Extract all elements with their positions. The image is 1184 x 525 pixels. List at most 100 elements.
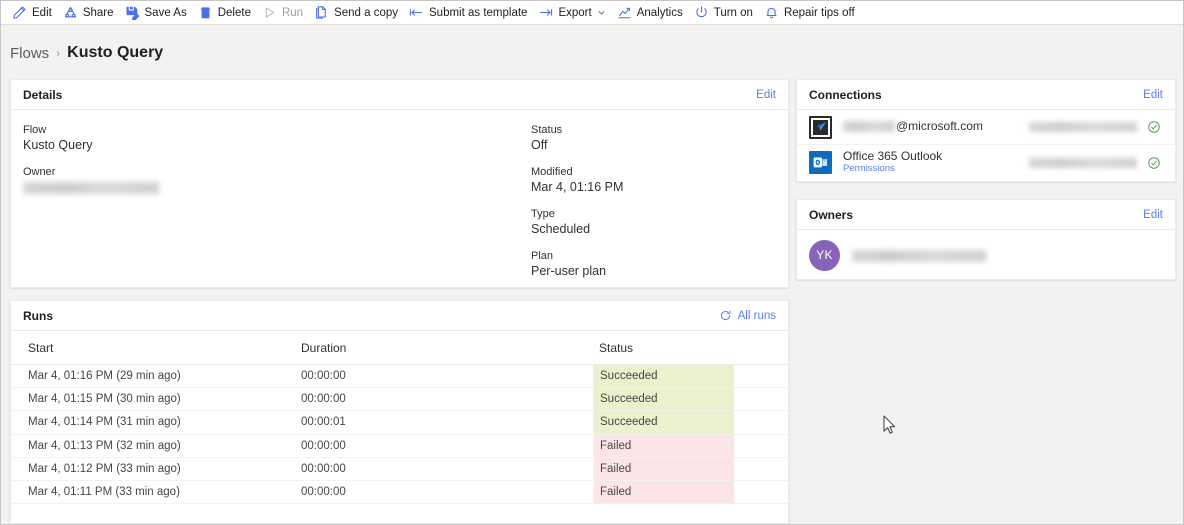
connection-permissions-link[interactable]: Permissions: [843, 164, 1029, 175]
command-repair-tips-off[interactable]: Repair tips off: [761, 2, 862, 24]
trash-icon: [198, 5, 213, 20]
connections-card: Connections Edit @microsoft.com Office 36…: [796, 79, 1176, 182]
run-start: Mar 4, 01:16 PM (29 min ago): [28, 370, 181, 383]
column-header-status[interactable]: Status: [593, 341, 757, 355]
detail-field-owner: Owner: [23, 166, 159, 194]
command-label: Repair tips off: [783, 6, 855, 19]
breadcrumb-flows-link[interactable]: Flows: [10, 45, 49, 62]
bell-icon: [764, 5, 779, 20]
run-duration: 00:00:00: [301, 393, 346, 406]
cell-status: Succeeded: [593, 411, 757, 434]
command-edit[interactable]: Edit: [9, 2, 59, 24]
check-circle-icon: [1145, 118, 1163, 136]
azure-data-explorer-icon: [809, 115, 832, 139]
command-analytics[interactable]: Analytics: [614, 2, 690, 24]
cell-duration: 00:00:01: [301, 411, 593, 433]
page-title: Kusto Query: [67, 44, 164, 61]
command-share[interactable]: Share: [60, 2, 121, 24]
detail-field-label: Flow: [23, 124, 47, 136]
command-label: Delete: [217, 6, 251, 19]
run-start: Mar 4, 01:14 PM (31 min ago): [28, 416, 181, 429]
table-row[interactable]: Mar 4, 01:15 PM (30 min ago) 00:00:00 Succ…: [11, 388, 788, 412]
connection-name: Office 365 Outlook: [843, 148, 943, 163]
command-turn-on[interactable]: Turn on: [691, 2, 760, 24]
connection-row[interactable]: @microsoft.com: [797, 110, 1175, 145]
redacted-text: [1029, 157, 1137, 168]
run-duration: 00:00:00: [301, 370, 346, 383]
command-export[interactable]: Export: [535, 2, 612, 24]
status-badge: Succeeded: [594, 388, 734, 411]
command-label: Analytics: [636, 6, 683, 19]
status-badge: Succeeded: [594, 365, 734, 388]
refresh-icon[interactable]: [719, 309, 732, 322]
detail-field-flow: Flow Kusto Query: [23, 124, 159, 152]
command-run: Run: [259, 2, 310, 24]
detail-field-label: Type: [531, 208, 555, 220]
cell-start: Mar 4, 01:15 PM (30 min ago): [11, 388, 301, 410]
cell-start: Mar 4, 01:13 PM (32 min ago): [11, 435, 301, 457]
detail-field-value: Kusto Query: [23, 138, 93, 152]
detail-field-value: Scheduled: [531, 222, 591, 236]
line-chart-icon: [617, 5, 632, 20]
cell-status: Failed: [593, 480, 757, 504]
connections-edit-link[interactable]: Edit: [1143, 89, 1163, 101]
table-row[interactable]: Mar 4, 01:12 PM (33 min ago) 00:00:00 Fail…: [11, 457, 788, 481]
run-duration: 00:00:00: [301, 462, 346, 475]
cell-duration: 00:00:00: [301, 388, 593, 410]
chevron-down-icon[interactable]: [597, 8, 606, 17]
office-365-outlook-icon: [809, 151, 832, 174]
detail-field-label: Status: [531, 124, 563, 136]
table-row[interactable]: Mar 4, 01:14 PM (31 min ago) 00:00:01 Succ…: [11, 411, 788, 435]
cell-duration: 00:00:00: [301, 481, 593, 503]
owners-edit-link[interactable]: Edit: [1143, 209, 1163, 221]
owner-row[interactable]: YK: [797, 230, 1175, 280]
connection-name: @microsoft.com: [843, 119, 1029, 134]
avatar: YK: [809, 239, 840, 271]
connection-account: [1029, 157, 1137, 168]
connections-card-header: Connections Edit: [797, 80, 1175, 110]
play-icon: [262, 5, 277, 20]
arrow-right-bar-icon: [538, 5, 553, 20]
cell-start: Mar 4, 01:14 PM (31 min ago): [11, 411, 301, 433]
run-duration: 00:00:00: [301, 439, 346, 452]
table-row[interactable]: Mar 4, 01:16 PM (29 min ago) 00:00:00 Succ…: [11, 365, 788, 389]
breadcrumb: Flows › Kusto Query: [10, 39, 163, 67]
command-send-a-copy[interactable]: Send a copy: [311, 2, 405, 24]
status-badge: Failed: [594, 457, 734, 480]
cell-start: Mar 4, 01:11 PM (33 min ago): [11, 481, 301, 503]
cell-status: Failed: [593, 434, 757, 457]
runs-table: Start Duration Status Mar 4, 01:16 PM (2…: [11, 331, 788, 505]
column-header-start[interactable]: Start: [11, 341, 301, 355]
command-label: Turn on: [713, 6, 753, 19]
cell-start: Mar 4, 01:16 PM (29 min ago): [11, 365, 301, 387]
details-left-column: Flow Kusto Query Owner: [23, 124, 159, 208]
pencil-icon: [12, 5, 27, 20]
owners-card: Owners Edit YK: [796, 199, 1176, 280]
redacted-text: [1029, 122, 1137, 132]
command-submit-as-template[interactable]: Submit as template: [406, 2, 534, 24]
run-duration: 00:00:00: [301, 486, 346, 499]
connection-row[interactable]: Office 365 Outlook Permissions: [797, 145, 1175, 180]
table-row[interactable]: Mar 4, 01:11 PM (33 min ago) 00:00:00 Fail…: [11, 480, 788, 505]
command-bar: Edit Share Save As Delete Run Send a copy Subm…: [1, 1, 1183, 25]
app-window: Edit Share Save As Delete Run Send a copy Subm…: [0, 0, 1184, 525]
status-badge: Succeeded: [594, 411, 734, 434]
command-label: Edit: [32, 6, 52, 19]
command-save-as[interactable]: Save As: [122, 2, 194, 24]
redacted-text: [23, 181, 159, 194]
connections-title: Connections: [809, 87, 882, 102]
cell-start: Mar 4, 01:12 PM (33 min ago): [11, 458, 301, 480]
column-header-duration[interactable]: Duration: [301, 341, 593, 355]
details-title: Details: [23, 87, 63, 102]
table-row[interactable]: Mar 4, 01:13 PM (32 min ago) 00:00:00 Fail…: [11, 434, 788, 458]
detail-field-modified: Modified Mar 4, 01:16 PM: [531, 166, 623, 194]
connection-name-text: @microsoft.com: [896, 119, 983, 134]
run-duration: 00:00:01: [301, 416, 346, 429]
owner-name: [852, 248, 986, 262]
all-runs-link[interactable]: All runs: [738, 310, 776, 322]
connection-main: Office 365 Outlook Permissions: [843, 148, 1029, 176]
detail-field-type: Type Scheduled: [531, 208, 623, 236]
command-delete[interactable]: Delete: [195, 2, 258, 24]
details-edit-link[interactable]: Edit: [756, 89, 776, 101]
command-label: Export: [558, 6, 592, 19]
